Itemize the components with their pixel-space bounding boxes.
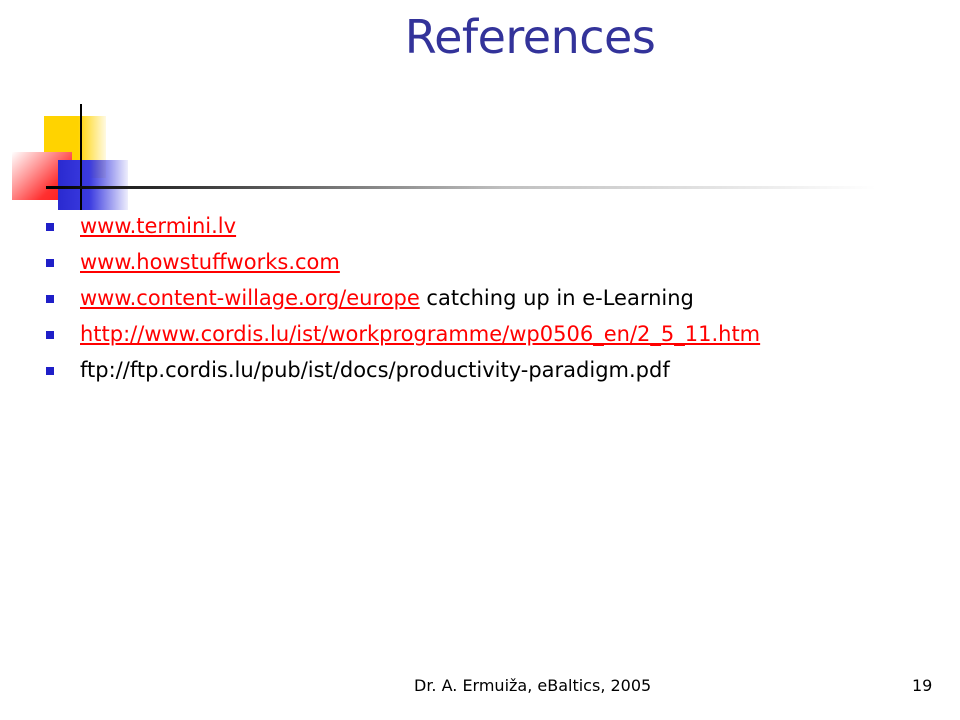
square-bullet-icon xyxy=(46,367,54,375)
list-item-content: www.howstuffworks.com xyxy=(80,244,340,280)
list-item-note: catching up in e-Learning xyxy=(419,286,694,310)
list-item-content: ftp://ftp.cordis.lu/pub/ist/docs/product… xyxy=(80,352,670,388)
reference-link-termini[interactable]: www.termini.lv xyxy=(80,214,236,238)
square-bullet-icon xyxy=(46,295,54,303)
list-item-content: www.content-willage.org/europe catching … xyxy=(80,280,694,316)
horizontal-rule xyxy=(46,186,876,189)
reference-link-content-willage[interactable]: www.content-willage.org/europe xyxy=(80,286,420,310)
list-item-content: http://www.cordis.lu/ist/workprogramme/w… xyxy=(80,316,760,352)
square-bullet-icon xyxy=(46,223,54,231)
list-item-content: www.termini.lv xyxy=(80,208,236,244)
reference-link-cordis[interactable]: http://www.cordis.lu/ist/workprogramme/w… xyxy=(80,322,760,346)
blue-square-decoration xyxy=(58,160,128,210)
list-item-note: ftp://ftp.cordis.lu/pub/ist/docs/product… xyxy=(80,358,670,382)
reference-link-howstuffworks[interactable]: www.howstuffworks.com xyxy=(80,250,340,274)
square-bullet-icon xyxy=(46,259,54,267)
slide-footer: Dr. A. Ermuiža, eBaltics, 2005 xyxy=(414,676,652,695)
page-number: 19 xyxy=(912,676,933,695)
slide-title: References xyxy=(404,10,656,64)
square-bullet-icon xyxy=(46,331,54,339)
vertical-rule xyxy=(80,104,82,210)
